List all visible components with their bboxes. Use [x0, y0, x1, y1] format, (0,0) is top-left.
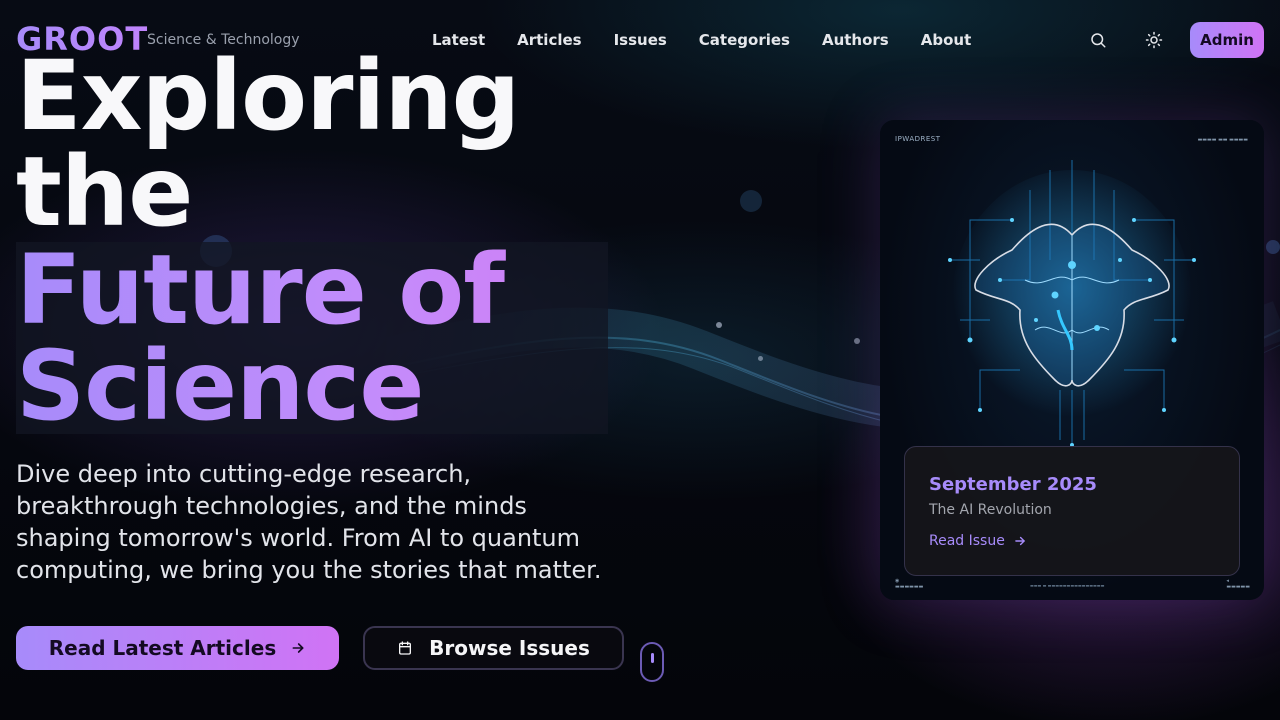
scroll-wheel	[651, 653, 654, 663]
cover-bottom-mid-text: ▬▬▬ ▬ ▬▬▬▬▬▬▬▬▬▬▬▬▬▬▬	[1030, 583, 1105, 588]
hero-title-line-3: Future of	[16, 242, 608, 338]
nav-authors[interactable]: Authors	[806, 30, 905, 50]
search-button[interactable]	[1082, 24, 1114, 56]
cover-top-right-text: ▬▬▬▬ ▬▬ ▬▬▬▬	[1197, 137, 1248, 143]
hero-title-highlight: Future of Science	[16, 242, 608, 434]
read-latest-articles-label: Read Latest Articles	[48, 636, 277, 660]
browse-issues-label: Browse Issues	[429, 636, 590, 660]
issue-month: September 2025	[929, 474, 1097, 495]
nav-categories[interactable]: Categories	[683, 30, 806, 50]
calendar-icon	[399, 641, 412, 655]
issue-theme: The AI Revolution	[929, 502, 1052, 518]
admin-button[interactable]: Admin	[1190, 22, 1264, 58]
arrow-right-icon	[292, 643, 304, 653]
hero-title-line-1: Exploring	[16, 40, 520, 152]
read-issue-link[interactable]: Read Issue	[929, 533, 1215, 549]
cover-bottom-right-text: ◂ ▬▬▬▬▬	[1226, 578, 1250, 590]
browse-issues-button[interactable]: Browse Issues	[363, 626, 624, 670]
read-issue-label: Read Issue	[929, 533, 1005, 549]
hero-title-line-4: Science	[16, 338, 608, 434]
cover-bottom-left-text: ◉ ▬▬▬▬▬▬	[895, 578, 924, 590]
hero-description: Dive deep into cutting-edge research, br…	[16, 460, 602, 584]
nav-about[interactable]: About	[905, 30, 988, 50]
ai-brain-cover-illustration	[948, 160, 1196, 450]
read-latest-articles-button[interactable]: Read Latest Articles	[16, 626, 339, 670]
hero-title-line-2: the	[16, 136, 193, 248]
search-icon	[1091, 33, 1106, 48]
scroll-indicator[interactable]	[640, 642, 664, 682]
arrow-right-icon	[1015, 536, 1025, 546]
sun-icon	[1145, 31, 1163, 49]
featured-issue-card[interactable]: IPWADREST ▬▬▬▬ ▬▬ ▬▬▬▬ September 2025 Th…	[880, 120, 1264, 600]
nav-issues[interactable]: Issues	[598, 30, 683, 50]
issue-info: September 2025 The AI Revolution Read Is…	[904, 446, 1240, 576]
hero-title: Exploring the Future of Science	[16, 48, 608, 434]
cover-masthead: IPWADREST	[895, 135, 941, 143]
theme-toggle-button[interactable]	[1138, 24, 1170, 56]
